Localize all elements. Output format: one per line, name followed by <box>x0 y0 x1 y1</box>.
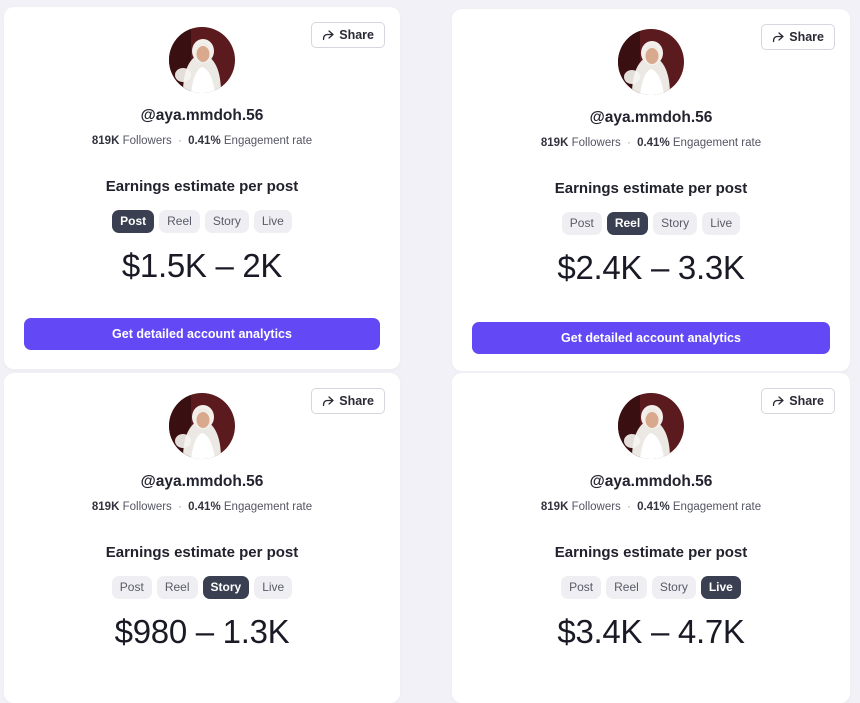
tab-live[interactable]: Live <box>700 576 741 599</box>
engagement-value: 0.41% <box>637 137 670 149</box>
analytics-button[interactable]: Get detailed account analytics <box>472 322 830 354</box>
tab-live[interactable]: Live <box>253 210 292 233</box>
share-label: Share <box>789 30 824 44</box>
earnings-card: Share @aya.mmdoh.56 819K Followers · 0.4… <box>4 373 400 703</box>
avatar <box>169 27 235 93</box>
earnings-card: Share @aya.mmdoh.56 819K Followers · 0.4… <box>4 7 400 369</box>
share-label: Share <box>339 394 374 408</box>
earnings-title: Earnings estimate per post <box>554 180 748 197</box>
content-type-tabs: Post Reel Story Live <box>4 210 400 233</box>
tab-post[interactable]: Post <box>111 576 152 599</box>
earnings-range: $2.4K – 3.3K <box>557 249 745 286</box>
followers-label: Followers <box>571 501 621 513</box>
earnings-range: $3.4K – 4.7K <box>557 613 745 650</box>
followers-count: 819K <box>91 501 120 513</box>
avatar <box>618 393 684 459</box>
earnings-card: Share @aya.mmdoh.56 819K Followers · 0.4… <box>452 373 850 703</box>
username: @aya.mmdoh.56 <box>140 107 264 124</box>
followers-label: Followers <box>571 137 621 149</box>
username: @aya.mmdoh.56 <box>589 473 713 490</box>
tab-live[interactable]: Live <box>254 576 293 599</box>
account-stats: 819K Followers · 0.41% Engagement rate <box>452 137 850 149</box>
followers-count: 819K <box>540 137 569 149</box>
share-button[interactable]: Share <box>761 24 835 50</box>
tab-post[interactable]: Post <box>561 212 602 235</box>
account-stats: 819K Followers · 0.41% Engagement rate <box>452 501 850 513</box>
tab-story[interactable]: Story <box>651 576 696 599</box>
followers-label: Followers <box>122 135 172 147</box>
share-button[interactable]: Share <box>761 388 835 414</box>
earnings-range: $1.5K – 2K <box>121 247 283 284</box>
avatar <box>618 29 684 95</box>
earnings-range: $980 – 1.3K <box>114 613 290 650</box>
tab-story[interactable]: Story <box>202 576 250 599</box>
share-label: Share <box>339 28 374 42</box>
share-icon <box>322 395 334 407</box>
separator: · <box>178 135 182 147</box>
earnings-card: Share @aya.mmdoh.56 819K Followers · 0.4… <box>452 9 850 371</box>
share-button[interactable]: Share <box>311 22 385 48</box>
share-icon <box>322 29 334 41</box>
engagement-label: Engagement rate <box>223 135 313 147</box>
tab-live[interactable]: Live <box>702 212 741 235</box>
tab-post[interactable]: Post <box>112 210 155 233</box>
separator: · <box>627 137 631 149</box>
username: @aya.mmdoh.56 <box>589 109 713 126</box>
analytics-button[interactable]: Get detailed account analytics <box>24 318 380 350</box>
engagement-value: 0.41% <box>637 501 670 513</box>
tab-reel[interactable]: Reel <box>606 212 649 235</box>
followers-count: 819K <box>91 135 120 147</box>
followers-label: Followers <box>122 501 172 513</box>
earnings-title: Earnings estimate per post <box>105 178 299 195</box>
engagement-label: Engagement rate <box>672 501 762 513</box>
share-icon <box>772 31 784 43</box>
tab-post[interactable]: Post <box>561 576 602 599</box>
followers-count: 819K <box>540 501 569 513</box>
share-label: Share <box>789 394 824 408</box>
separator: · <box>178 501 182 513</box>
content-type-tabs: Post Reel Story Live <box>452 212 850 235</box>
tab-story[interactable]: Story <box>204 210 249 233</box>
earnings-title: Earnings estimate per post <box>554 544 748 561</box>
earnings-title: Earnings estimate per post <box>105 544 299 561</box>
username: @aya.mmdoh.56 <box>140 473 264 490</box>
avatar <box>169 393 235 459</box>
engagement-label: Engagement rate <box>672 137 762 149</box>
account-stats: 819K Followers · 0.41% Engagement rate <box>4 501 400 513</box>
engagement-label: Engagement rate <box>223 501 313 513</box>
tab-story[interactable]: Story <box>653 212 698 235</box>
separator: · <box>627 501 631 513</box>
engagement-value: 0.41% <box>188 501 221 513</box>
tab-reel[interactable]: Reel <box>606 576 647 599</box>
share-button[interactable]: Share <box>311 388 385 414</box>
engagement-value: 0.41% <box>188 135 221 147</box>
account-stats: 819K Followers · 0.41% Engagement rate <box>4 135 400 147</box>
content-type-tabs: Post Reel Story Live <box>4 576 400 599</box>
tab-reel[interactable]: Reel <box>156 576 198 599</box>
content-type-tabs: Post Reel Story Live <box>452 576 850 599</box>
tab-reel[interactable]: Reel <box>159 210 200 233</box>
share-icon <box>772 395 784 407</box>
